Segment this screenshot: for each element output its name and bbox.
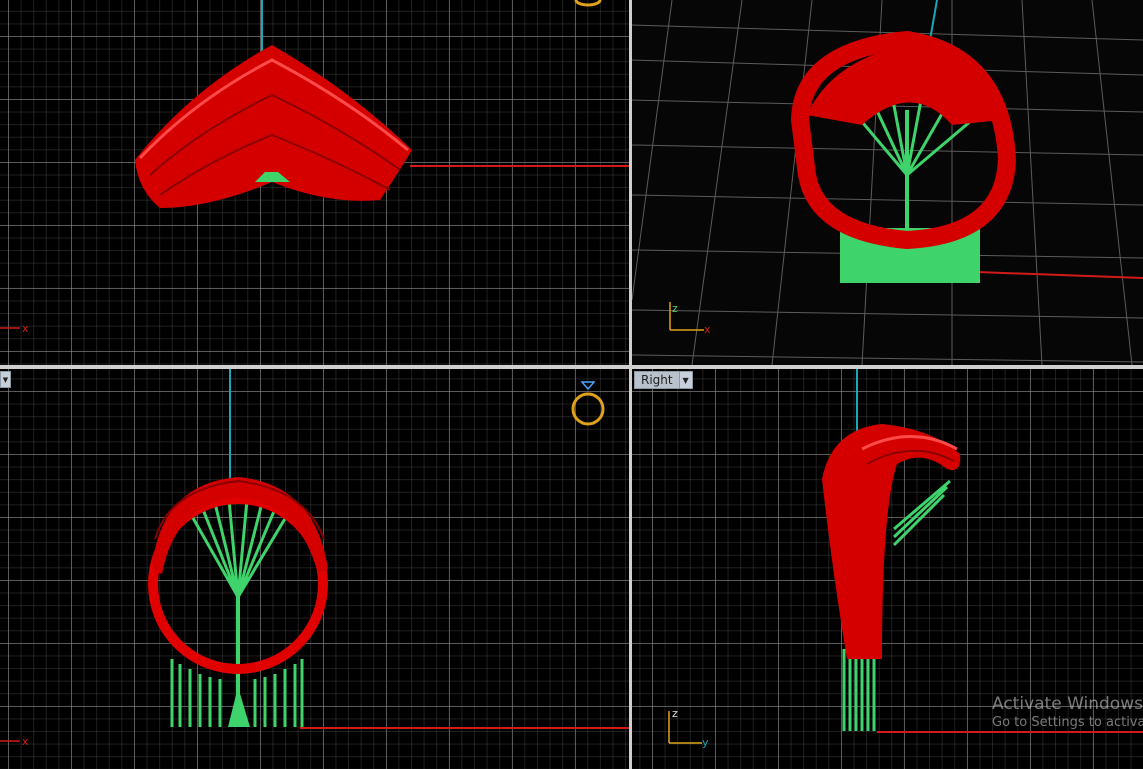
viewport-title-tab[interactable]: Right ▼ [634,371,693,389]
axis-z-label: z [672,302,678,315]
viewport-menu-button[interactable]: ▼ [0,371,11,388]
axis-x-label: x [22,322,29,335]
viewport-front[interactable]: ▼ x [0,369,629,769]
ring-model-front[interactable] [148,477,328,727]
ring-model-top[interactable] [135,45,412,208]
chevron-down-icon: ▼ [2,375,9,384]
axis-x-label: x [704,323,711,336]
viewport-perspective-canvas: z x [632,0,1143,365]
axis-x-label: x [22,735,29,748]
viewport-front-canvas: x [0,369,629,748]
viewport-perspective[interactable]: z x [632,0,1143,365]
ring-model-right[interactable] [822,424,961,731]
chevron-down-icon[interactable]: ▼ [679,371,693,389]
viewport-divider-horizontal[interactable] [0,365,1143,369]
ring-icon[interactable] [571,381,605,426]
x-axis-line [976,271,1143,279]
viewport-top-canvas: x [0,0,629,335]
axis-y-label: y [702,736,709,749]
viewport-divider-vertical[interactable] [629,0,632,769]
watermark-title: Activate Windows [992,694,1143,714]
ring-icon[interactable] [574,0,602,7]
axis-z-label: z [672,707,678,720]
viewport-top[interactable]: x [0,0,629,365]
activation-watermark: Activate Windows Go to Settings to activ… [992,694,1143,730]
watermark-subtitle: Go to Settings to activate Windows. [992,715,1143,730]
ring-model-perspective[interactable] [790,30,1017,283]
viewport-title-label[interactable]: Right [634,371,680,389]
